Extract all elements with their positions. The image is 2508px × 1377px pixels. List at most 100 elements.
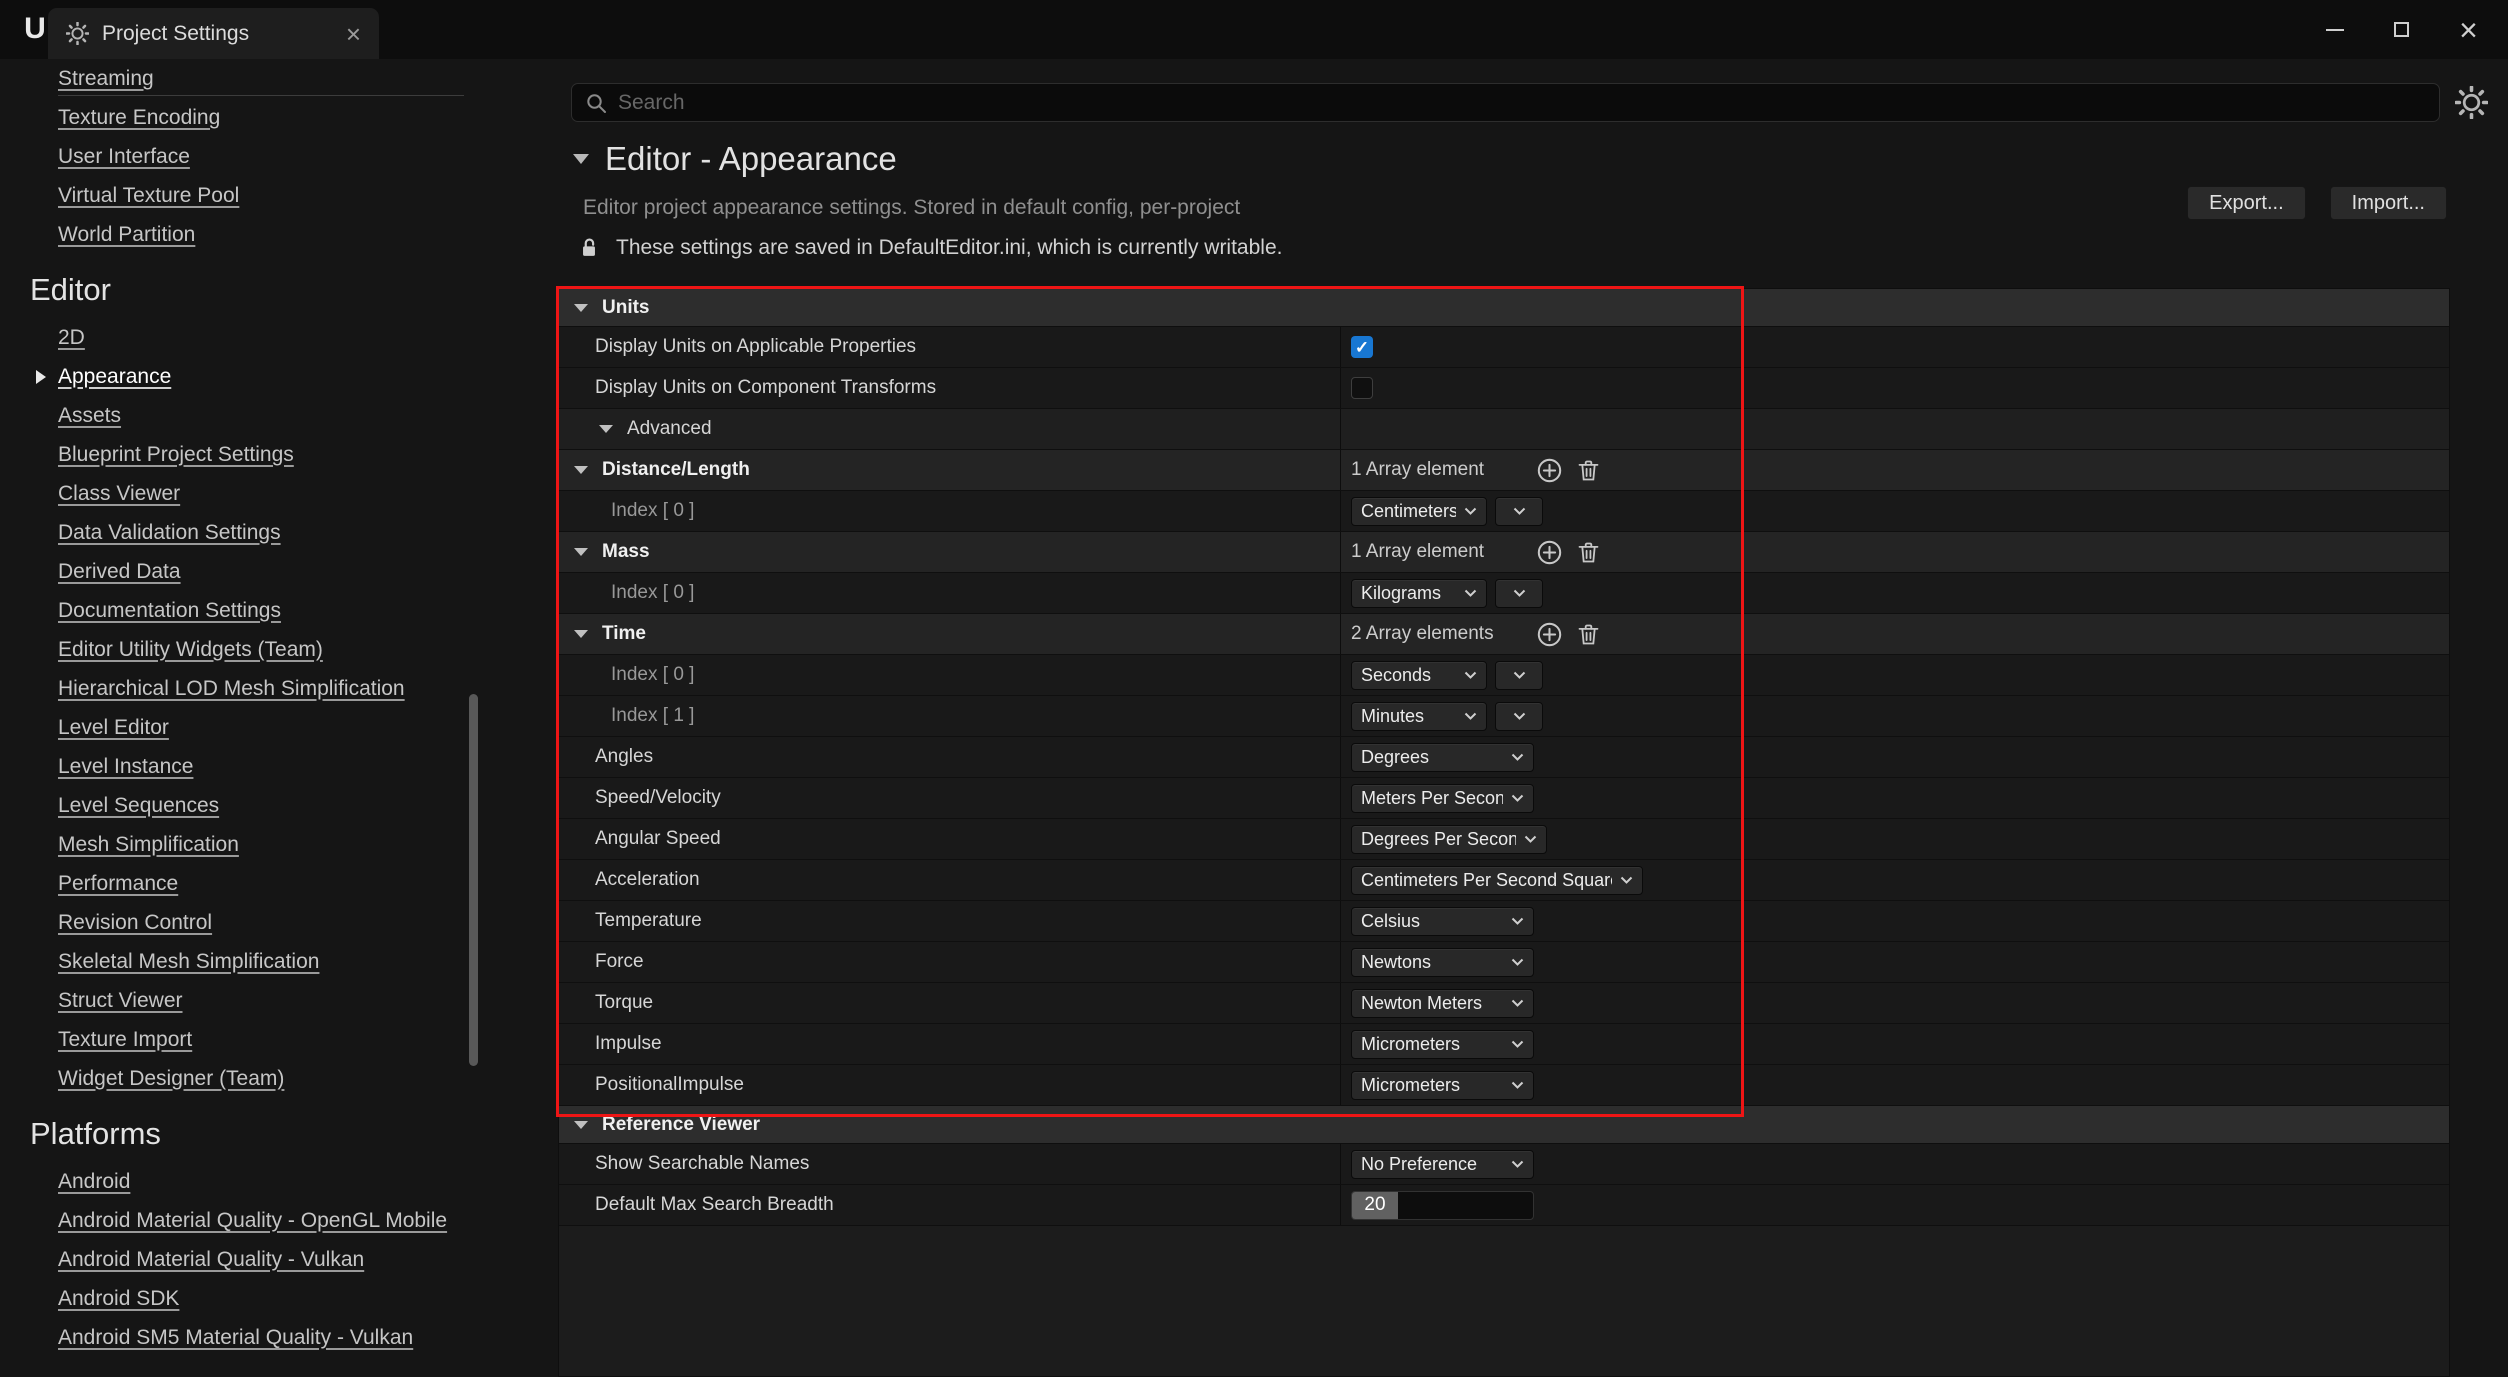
- add-array-element-icon[interactable]: [1536, 457, 1563, 484]
- sidebar-item[interactable]: Android: [0, 1162, 530, 1201]
- sidebar-item[interactable]: Editor Utility Widgets (Team): [0, 630, 530, 669]
- sidebar-item[interactable]: 2D: [0, 318, 530, 357]
- chevron-down-icon: [1511, 958, 1524, 966]
- tab-project-settings[interactable]: Project Settings ×: [48, 8, 379, 59]
- collapse-arrow-icon: [574, 630, 588, 638]
- element-options-dropdown[interactable]: [1495, 661, 1543, 690]
- add-array-element-icon[interactable]: [1536, 539, 1563, 566]
- add-array-element-icon[interactable]: [1536, 621, 1563, 648]
- mass-header-row[interactable]: Mass 1 Array element: [559, 532, 2449, 573]
- sidebar-item[interactable]: Android Material Quality - OpenGL Mobile: [0, 1201, 530, 1240]
- units-section-header[interactable]: Units: [559, 289, 2449, 327]
- sidebar-item-appearance[interactable]: Appearance: [0, 357, 530, 396]
- force-dropdown[interactable]: Newtons: [1351, 948, 1534, 977]
- collapse-arrow-icon[interactable]: [573, 154, 589, 164]
- settings-sidebar: Streaming Texture Encoding User Interfac…: [0, 59, 530, 1377]
- sidebar-item-label: User Interface: [58, 145, 190, 169]
- sidebar-item[interactable]: Performance: [0, 864, 530, 903]
- sidebar-item[interactable]: Blueprint Project Settings: [0, 435, 530, 474]
- settings-gear-icon[interactable]: [2455, 86, 2488, 119]
- search-bar[interactable]: [571, 83, 2440, 122]
- chevron-down-icon: [1464, 712, 1477, 720]
- show-searchable-names-dropdown[interactable]: No Preference: [1351, 1150, 1534, 1179]
- impulse-dropdown[interactable]: Micrometers: [1351, 1030, 1534, 1059]
- unlock-icon: [576, 235, 602, 261]
- sidebar-item[interactable]: User Interface: [0, 137, 530, 176]
- row-impulse: Impulse Micrometers: [559, 1024, 2449, 1065]
- dropdown-value: Kilograms: [1361, 583, 1441, 604]
- maximize-button[interactable]: [2368, 0, 2435, 59]
- sidebar-item[interactable]: Texture Import: [0, 1020, 530, 1059]
- distance-element-dropdown[interactable]: Centimeters: [1351, 497, 1487, 526]
- sidebar-item[interactable]: Struct Viewer: [0, 981, 530, 1020]
- row-label: Torque: [595, 992, 653, 1014]
- sidebar-item[interactable]: Derived Data: [0, 552, 530, 591]
- close-icon: ×: [2459, 14, 2478, 46]
- row-label: Index [ 1 ]: [611, 705, 694, 727]
- sidebar-item-label: Android SM5 Material Quality - Vulkan: [58, 1326, 413, 1350]
- sidebar-item[interactable]: Android SM5 Material Quality - Vulkan: [0, 1318, 530, 1357]
- sidebar-item[interactable]: Texture Encoding: [0, 98, 530, 137]
- time-header-row[interactable]: Time 2 Array elements: [559, 614, 2449, 655]
- sidebar-item-label: Appearance: [58, 365, 171, 389]
- row-advanced[interactable]: Advanced: [559, 409, 2449, 450]
- sidebar-item[interactable]: World Partition: [0, 215, 530, 254]
- tab-close-icon[interactable]: ×: [346, 21, 361, 47]
- reference-viewer-section-header[interactable]: Reference Viewer: [559, 1106, 2449, 1144]
- sidebar-item[interactable]: Android Material Quality - Vulkan: [0, 1240, 530, 1279]
- clear-array-icon[interactable]: [1575, 621, 1602, 648]
- sidebar-item[interactable]: Widget Designer (Team): [0, 1059, 530, 1098]
- import-button[interactable]: Import...: [2330, 186, 2447, 220]
- sidebar-item[interactable]: Android SDK: [0, 1279, 530, 1318]
- distance-length-header-row[interactable]: Distance/Length 1 Array element: [559, 450, 2449, 491]
- sidebar-item[interactable]: Data Validation Settings: [0, 513, 530, 552]
- sidebar-item-label: Assets: [58, 404, 121, 428]
- row-time-index-1: Index [ 1 ] Minutes: [559, 696, 2449, 737]
- sidebar-item[interactable]: Level Sequences: [0, 786, 530, 825]
- export-button[interactable]: Export...: [2187, 186, 2305, 220]
- speed-velocity-dropdown[interactable]: Meters Per Second: [1351, 784, 1534, 813]
- chevron-down-icon: [1464, 589, 1477, 597]
- sidebar-item-label: Android SDK: [58, 1287, 179, 1311]
- clear-array-icon[interactable]: [1575, 457, 1602, 484]
- sidebar-item[interactable]: Revision Control: [0, 903, 530, 942]
- sidebar-item[interactable]: Streaming: [0, 59, 530, 98]
- titlebar: U Project Settings × ×: [0, 0, 2508, 59]
- element-options-dropdown[interactable]: [1495, 497, 1543, 526]
- sidebar-item[interactable]: Hierarchical LOD Mesh Simplification: [0, 669, 530, 708]
- sidebar-item[interactable]: Level Editor: [0, 708, 530, 747]
- sidebar-item[interactable]: Class Viewer: [0, 474, 530, 513]
- sidebar-item[interactable]: Mesh Simplification: [0, 825, 530, 864]
- dropdown-value: Celsius: [1361, 911, 1420, 932]
- sidebar-scrollbar[interactable]: [469, 694, 478, 1066]
- angles-dropdown[interactable]: Degrees: [1351, 743, 1534, 772]
- sidebar-item-label: Level Sequences: [58, 794, 219, 818]
- mass-element-dropdown[interactable]: Kilograms: [1351, 579, 1487, 608]
- sidebar-separator: [58, 95, 464, 96]
- sidebar-item[interactable]: Assets: [0, 396, 530, 435]
- acceleration-dropdown[interactable]: Centimeters Per Second Squared: [1351, 866, 1643, 895]
- clear-array-icon[interactable]: [1575, 539, 1602, 566]
- sidebar-item-label: Editor Utility Widgets (Team): [58, 638, 323, 662]
- temperature-dropdown[interactable]: Celsius: [1351, 907, 1534, 936]
- display-units-applicable-checkbox[interactable]: ✓: [1351, 336, 1373, 358]
- minimize-button[interactable]: [2301, 0, 2368, 59]
- default-max-search-breadth-input[interactable]: 20: [1351, 1191, 1534, 1220]
- angular-speed-dropdown[interactable]: Degrees Per Second: [1351, 825, 1547, 854]
- close-button[interactable]: ×: [2435, 0, 2502, 59]
- display-units-component-checkbox[interactable]: [1351, 377, 1373, 399]
- element-options-dropdown[interactable]: [1495, 702, 1543, 731]
- positional-impulse-dropdown[interactable]: Micrometers: [1351, 1071, 1534, 1100]
- torque-dropdown[interactable]: Newton Meters: [1351, 989, 1534, 1018]
- dropdown-value: No Preference: [1361, 1154, 1477, 1175]
- time-element-1-dropdown[interactable]: Minutes: [1351, 702, 1487, 731]
- dropdown-value: Newton Meters: [1361, 993, 1482, 1014]
- sidebar-item[interactable]: Level Instance: [0, 747, 530, 786]
- sidebar-item[interactable]: Virtual Texture Pool: [0, 176, 530, 215]
- sidebar-item[interactable]: Skeletal Mesh Simplification: [0, 942, 530, 981]
- search-input[interactable]: [618, 91, 2427, 115]
- sidebar-item[interactable]: Documentation Settings: [0, 591, 530, 630]
- chevron-down-icon: [1464, 671, 1477, 679]
- element-options-dropdown[interactable]: [1495, 579, 1543, 608]
- time-element-0-dropdown[interactable]: Seconds: [1351, 661, 1487, 690]
